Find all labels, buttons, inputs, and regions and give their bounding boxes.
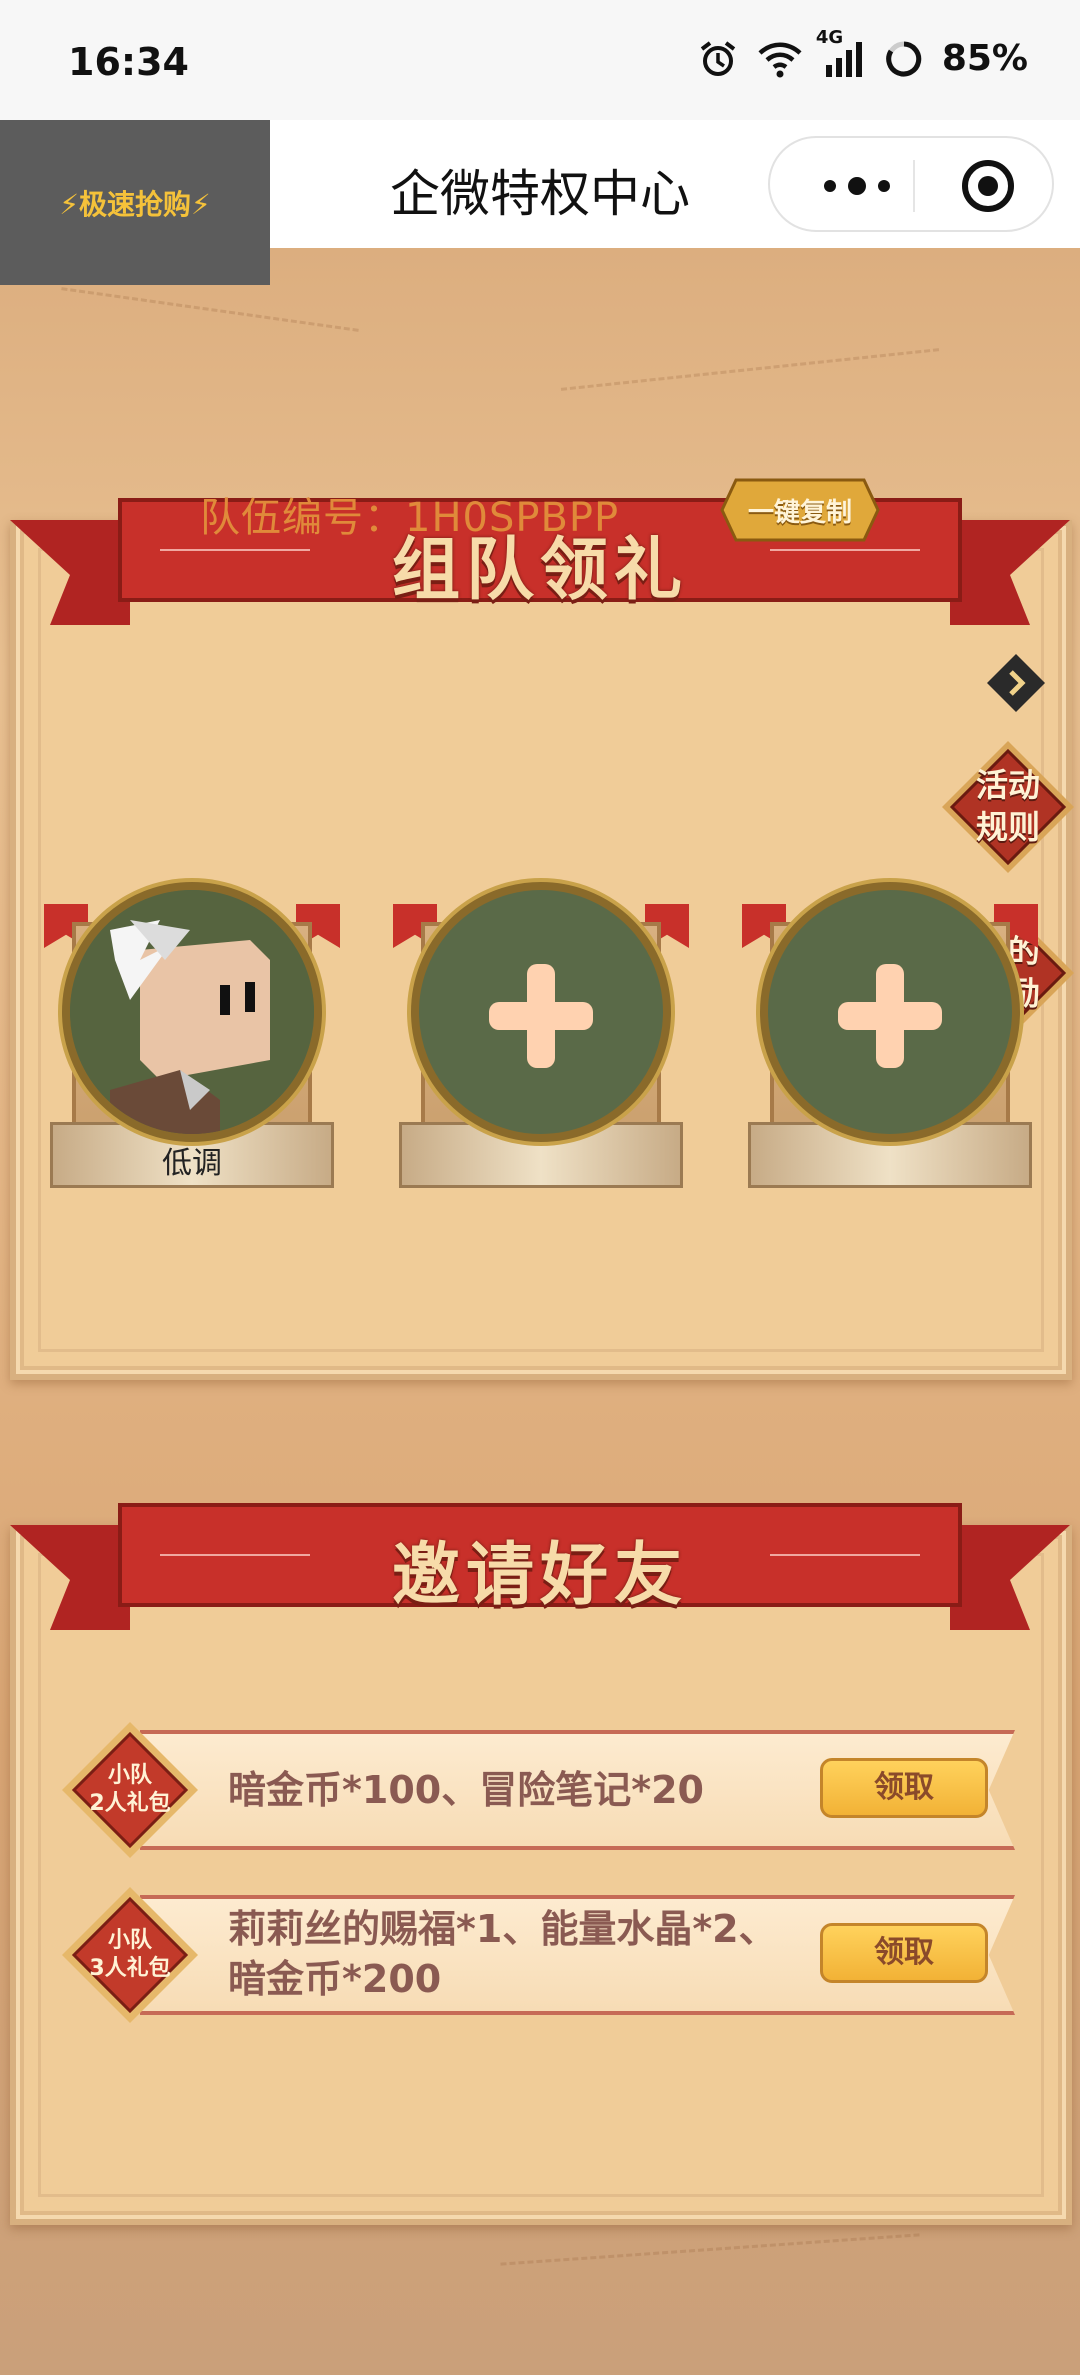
reward-description-line-2: 暗金币*200 <box>228 1957 442 2001</box>
reward-row-3-person: 小队 3人礼包 莉莉丝的赐福*1、能量水晶*2、 暗金币*200 领取 <box>60 1885 1020 2025</box>
side-expand-button[interactable] <box>985 652 1047 714</box>
invite-banner: 邀请好友 <box>10 1495 1070 1635</box>
copy-button-label: 一键复制 <box>747 498 852 528</box>
badge-line-1: 小队 <box>107 1928 152 1953</box>
team-slot-2[interactable] <box>391 862 691 1192</box>
badge-line-1: 小队 <box>107 1763 152 1788</box>
reward-description: 暗金币*100、冒险笔记*20 <box>228 1768 704 1812</box>
battery-level: 85% <box>941 38 1028 79</box>
mini-program-header: ⚡极速抢购⚡ 企微特权中心 <box>0 120 1080 285</box>
rules-line-1: 活动 <box>975 766 1040 804</box>
chevron-right-icon <box>987 654 1045 712</box>
activity-rules-button[interactable]: 活动 规则 <box>938 737 1078 877</box>
battery-icon <box>884 39 924 79</box>
map-decoration <box>61 287 359 332</box>
reward-badge: 小队 2人礼包 <box>60 1720 200 1860</box>
network-label: 4G <box>815 26 844 48</box>
map-decoration <box>500 2233 920 2266</box>
member-avatar <box>62 882 322 1142</box>
more-icon[interactable] <box>812 168 902 204</box>
avatar-character-icon <box>70 890 314 1134</box>
member-name: 低调 <box>162 1146 222 1181</box>
team-slot-1[interactable]: 低调 <box>42 862 342 1192</box>
capsule-divider <box>913 160 915 212</box>
close-target-icon[interactable] <box>960 158 1016 214</box>
card-inner-border <box>38 1553 1044 2197</box>
team-id-label: 队伍编号：1H0SPBPP <box>200 495 620 541</box>
reward-row-2-person: 小队 2人礼包 暗金币*100、冒险笔记*20 领取 <box>60 1720 1020 1860</box>
invite-member-button[interactable] <box>411 882 671 1142</box>
reward-badge: 小队 3人礼包 <box>60 1885 200 2025</box>
badge-line-2: 3人礼包 <box>89 1956 171 1981</box>
wifi-icon <box>756 39 804 79</box>
claim-button[interactable]: 领取 <box>820 1923 988 1983</box>
team-slot-3[interactable] <box>740 862 1040 1192</box>
status-time: 16:34 <box>68 40 189 84</box>
signal-icon: 4G <box>816 27 866 79</box>
status-icons: 4G 85% <box>698 27 1028 79</box>
capsule-menu <box>768 136 1054 232</box>
invite-banner-title: 邀请好友 <box>391 1536 688 1615</box>
map-decoration <box>560 348 940 391</box>
plus-icon <box>527 964 555 1068</box>
rules-line-2: 规则 <box>975 808 1040 846</box>
reward-description-line-1: 莉莉丝的赐福*1、能量水晶*2、 <box>228 1907 777 1951</box>
status-bar: 16:34 4G 85% <box>0 0 1080 120</box>
copy-team-id-button[interactable]: 一键复制 <box>720 478 880 542</box>
invite-member-button[interactable] <box>760 882 1020 1142</box>
plus-icon <box>876 964 904 1068</box>
flash-sale-badge[interactable]: ⚡极速抢购⚡ <box>0 120 270 285</box>
claim-button[interactable]: 领取 <box>820 1758 988 1818</box>
alarm-icon <box>698 39 738 79</box>
badge-line-2: 2人礼包 <box>89 1791 171 1816</box>
